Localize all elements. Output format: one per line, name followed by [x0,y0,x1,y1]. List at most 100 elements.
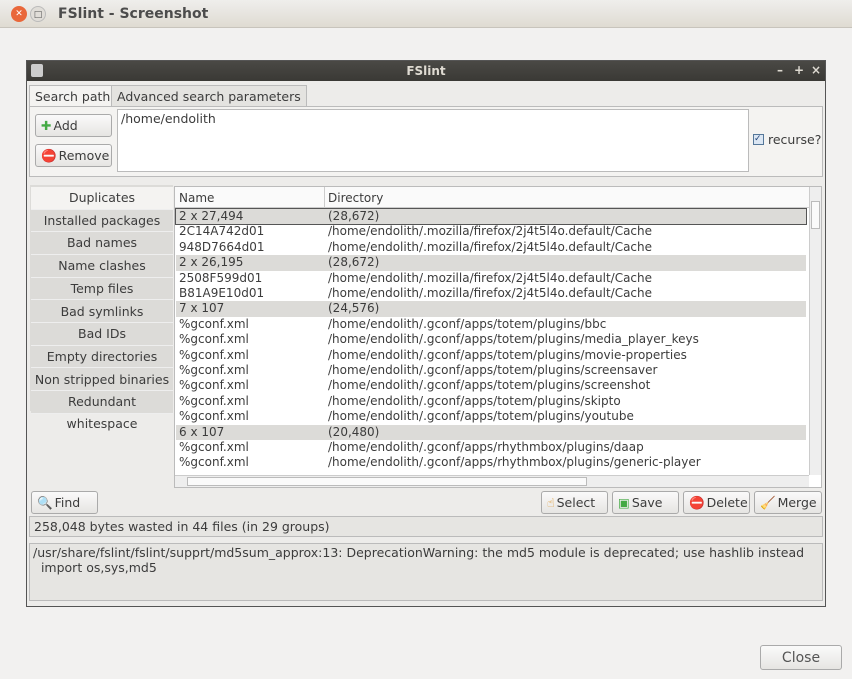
cell-name: %gconf.xml [179,455,249,470]
delete-label: Delete [706,495,748,510]
cell-directory: (20,480) [328,424,380,439]
cell-directory: (28,672) [328,209,380,223]
results-table: Name Directory 2 x 27,494 (28,672) 2C14A74… [174,186,822,488]
window-close-icon[interactable]: ✕ [11,6,27,22]
cell-directory: /home/endolith/.gconf/apps/rhythmbox/plu… [328,440,644,454]
log-line: import os,sys,md5 [33,560,157,575]
cell-name: %gconf.xml [179,332,249,347]
plus-icon: ✚ [41,118,52,133]
table-header: Name Directory [175,187,809,208]
save-button[interactable]: ▣ Save [612,491,679,514]
merge-button[interactable]: 🧹 Merge [754,491,822,514]
group-row[interactable]: 2 x 27,494 (28,672) [175,207,807,226]
horizontal-scrollbar[interactable] [175,475,809,487]
window-title: FSlint - Screenshot [58,6,209,22]
sidebar-item[interactable]: Temp files [31,277,173,301]
group-row[interactable]: 7 x 107 (24,576) [176,301,806,317]
table-row[interactable]: 2508F599d01/home/endolith/.mozilla/firef… [176,271,806,286]
find-button[interactable]: 🔍 Find [31,491,98,514]
select-button[interactable]: ☝ Select [541,491,608,514]
no-entry-icon: ⛔ [41,147,57,163]
select-label: Select [556,495,596,510]
table-row[interactable]: %gconf.xml/home/endolith/.gconf/apps/tot… [176,394,806,409]
table-row[interactable]: %gconf.xml/home/endolith/.gconf/apps/rhy… [176,440,806,455]
cell-directory: (28,672) [328,255,380,270]
cell-directory: (24,576) [328,301,380,316]
cell-name: %gconf.xml [179,409,249,424]
table-row[interactable]: %gconf.xml/home/endolith/.gconf/apps/tot… [176,409,806,424]
table-row[interactable]: %gconf.xml/home/endolith/.gconf/apps/tot… [176,378,806,393]
cell-directory: /home/endolith/.gconf/apps/totem/plugins… [328,393,621,408]
cell-name: %gconf.xml [179,440,249,454]
broom-icon: 🧹 [760,494,776,510]
cell-name: %gconf.xml [179,363,249,377]
cell-directory: /home/endolith/.mozilla/firefox/2j4t5l4o… [328,224,653,239]
remove-button[interactable]: ⛔ Remove [35,144,112,167]
cell-name: %gconf.xml [179,378,249,393]
cell-directory: /home/endolith/.gconf/apps/totem/plugins… [328,332,699,347]
cell-name: 2508F599d01 [179,270,263,285]
column-header-name[interactable]: Name [179,191,214,205]
merge-label: Merge [777,495,817,510]
path-item[interactable]: /home/endolith [121,111,745,126]
find-label: Find [54,495,81,510]
cell-directory: /home/endolith/.mozilla/firefox/2j4t5l4o… [328,286,653,300]
table-row[interactable]: %gconf.xml/home/endolith/.gconf/apps/tot… [176,348,806,363]
tab-search-path[interactable]: Search path [29,85,117,107]
close-button[interactable]: Close [760,645,842,670]
log-output: /usr/share/fslint/fslint/supprt/md5sum_a… [29,543,823,601]
dialog-title: FSlint [406,64,446,78]
table-row[interactable]: %gconf.xml/home/endolith/.gconf/apps/tot… [176,317,806,332]
group-row[interactable]: 2 x 26,195 (28,672) [176,255,806,271]
cell-directory: /home/endolith/.gconf/apps/totem/plugins… [328,316,607,331]
table-row[interactable]: B81A9E10d01/home/endolith/.mozilla/firef… [176,286,806,301]
cell-directory: /home/endolith/.gconf/apps/totem/plugins… [328,347,687,362]
table-row[interactable]: 948D7664d01/home/endolith/.mozilla/firef… [176,240,806,255]
cell-name: %gconf.xml [179,347,249,362]
vertical-scrollbar[interactable] [809,187,821,475]
cell-directory: /home/endolith/.gconf/apps/totem/plugins… [328,378,651,393]
dialog-titlebar: FSlint – + × [27,61,825,81]
cell-directory: /home/endolith/.mozilla/firefox/2j4t5l4o… [328,239,653,254]
sidebar-item[interactable]: Empty directories [31,345,173,369]
search-paths-list[interactable]: /home/endolith [117,109,749,172]
cell-name: %gconf.xml [179,316,249,331]
cell-directory: /home/endolith/.gconf/apps/totem/plugins… [328,409,634,424]
table-row[interactable]: 2C14A742d01/home/endolith/.mozilla/firef… [176,224,806,239]
add-button[interactable]: ✚ Add [35,114,112,137]
no-entry-icon: ⛔ [689,494,705,510]
close-dialog-button[interactable]: × [811,63,821,77]
cell-name: 6 x 107 [179,424,225,439]
cell-name: 7 x 107 [179,301,225,316]
cell-name: 2C14A742d01 [179,224,265,239]
window-titlebar: ✕ □ FSlint - Screenshot [0,0,852,28]
cell-directory: /home/endolith/.gconf/apps/totem/plugins… [328,363,658,377]
column-header-directory[interactable]: Directory [328,191,383,205]
log-line: /usr/share/fslint/fslint/supprt/md5sum_a… [33,545,805,560]
sidebar-item[interactable]: Bad symlinks [31,300,173,324]
sidebar-item[interactable]: Bad names [31,232,173,255]
maximize-button[interactable]: + [794,63,804,77]
sidebar-item[interactable]: Duplicates [31,187,173,210]
sidebar-item[interactable]: Installed packages [31,209,173,233]
fslint-dialog: FSlint – + × Search path Advanced search… [26,60,826,607]
hand-pointer-icon: ☝ [547,495,555,510]
table-row[interactable]: %gconf.xml/home/endolith/.gconf/apps/rhy… [176,455,806,470]
delete-button[interactable]: ⛔ Delete [683,491,750,514]
sidebar-item[interactable]: Bad IDs [31,323,173,346]
table-row[interactable]: %gconf.xml/home/endolith/.gconf/apps/tot… [176,363,806,378]
table-row[interactable]: %gconf.xml/home/endolith/.gconf/apps/tot… [176,332,806,347]
status-bar: 258,048 bytes wasted in 44 files (in 29 … [29,516,823,537]
cell-name: 2 x 27,494 [179,209,244,223]
cell-name: 948D7664d01 [179,239,265,254]
tab-advanced-search[interactable]: Advanced search parameters [111,85,307,106]
window-maximize-icon[interactable]: □ [30,6,46,22]
minimize-button[interactable]: – [777,63,783,77]
sidebar-item[interactable]: Name clashes [31,255,173,278]
sidebar-item[interactable]: Non stripped binaries [31,368,173,392]
group-row[interactable]: 6 x 107 (20,480) [176,424,806,440]
sidebar-item[interactable]: Redundant whitespace [31,391,173,431]
recurse-checkbox[interactable]: ✓ recurse? [753,132,821,147]
cell-name: %gconf.xml [179,393,249,408]
remove-label: Remove [58,148,110,163]
